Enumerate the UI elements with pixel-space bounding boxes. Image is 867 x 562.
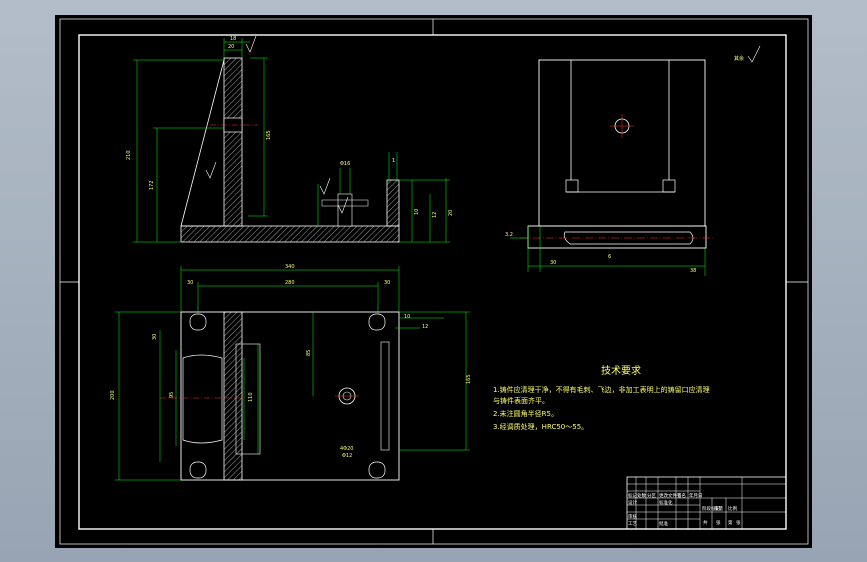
- drawing-paper: [55, 15, 812, 548]
- dim-top-inner: 280: [285, 280, 295, 286]
- tb-approve: 批准: [659, 520, 668, 527]
- svg-text:10: 10: [414, 209, 420, 215]
- tb-weight: 重量: [714, 505, 723, 512]
- tb-zone: 分区: [647, 492, 656, 499]
- svg-text:95: 95: [169, 392, 175, 398]
- svg-text:Φ16: Φ16: [340, 161, 350, 167]
- dim-top-overall: 340: [285, 264, 295, 270]
- tb-sheets: 张: [716, 519, 721, 526]
- svg-text:12: 12: [432, 212, 438, 218]
- tb-sheet: 张: [736, 519, 741, 526]
- svg-text:6: 6: [608, 254, 611, 260]
- tb-design: 设计: [628, 499, 637, 506]
- svg-text:30: 30: [550, 260, 556, 266]
- tech-line-2: 与铸件表面齐平。: [493, 396, 549, 405]
- svg-text:20: 20: [448, 210, 454, 216]
- tech-title: 技术要求: [601, 364, 641, 377]
- svg-text:85: 85: [306, 350, 312, 356]
- svg-text:Φ12: Φ12: [342, 453, 352, 459]
- svg-text:200: 200: [110, 390, 116, 400]
- tb-no: 第: [728, 519, 733, 526]
- dim-top-left: 30: [187, 280, 193, 286]
- tb-date: 年月日: [689, 492, 703, 499]
- tech-line-3: 2.未注圆角半径R5。: [493, 409, 558, 418]
- svg-text:3.2: 3.2: [505, 232, 513, 238]
- svg-text:30: 30: [152, 334, 158, 340]
- svg-text:1: 1: [392, 158, 395, 164]
- roughness-note: 其余: [734, 55, 744, 62]
- dim-top-right: 30: [384, 280, 390, 286]
- svg-text:12: 12: [422, 324, 428, 330]
- svg-text:4Φ20: 4Φ20: [340, 446, 353, 452]
- svg-text:172: 172: [149, 180, 155, 190]
- tb-process: 工艺: [628, 521, 637, 527]
- svg-text:20: 20: [228, 44, 234, 50]
- svg-text:38: 38: [690, 268, 696, 274]
- tech-line-1: 1.铸件应清理干净，不得有毛刺、飞边，非加工表明上的铸留口应清理: [493, 385, 710, 394]
- svg-text:210: 210: [126, 150, 132, 160]
- tb-sign: 签名: [677, 492, 686, 499]
- svg-text:10: 10: [404, 314, 410, 320]
- svg-text:110: 110: [248, 392, 254, 402]
- svg-text:18: 18: [230, 36, 236, 42]
- tb-standard: 标准化: [659, 499, 673, 506]
- tb-total: 共: [703, 519, 708, 526]
- tech-line-4: 3.经调质处理，HRC50～55。: [493, 422, 588, 431]
- cad-drawing-sheet: 210 172 165 20 18 10 12 20 Φ16 1 30 38 6…: [55, 15, 812, 548]
- svg-text:165: 165: [266, 130, 272, 140]
- tb-count: 处数: [637, 492, 646, 499]
- tb-scale: 比例: [728, 505, 737, 512]
- tb-review: 审核: [628, 513, 637, 520]
- dim-side-height: 165: [466, 374, 472, 384]
